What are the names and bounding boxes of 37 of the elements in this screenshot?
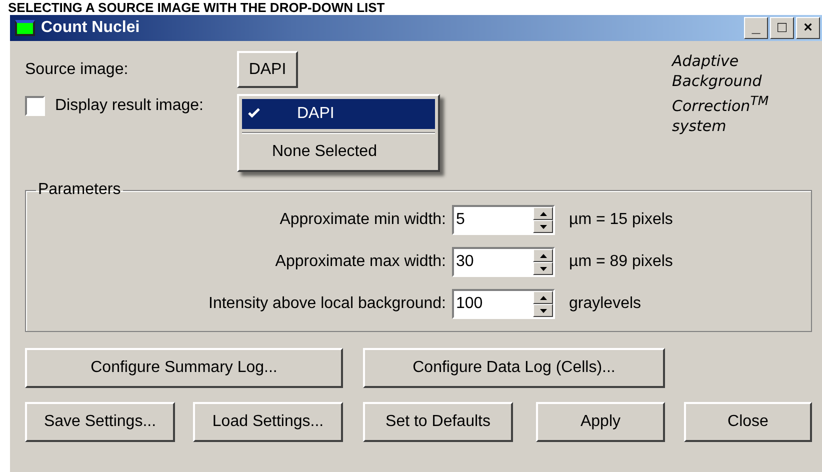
branding-text: system [672,116,728,136]
page-caption: SELECTING A SOURCE IMAGE WITH THE DROP-DOWN LIST [7,0,386,15]
parameter-label: Approximate min width: [278,211,447,229]
minimize-button[interactable]: _ [744,17,768,39]
parameter-label: Intensity above local background: [208,295,447,313]
branding-text: Background [672,71,763,91]
source-image-label: Source image: [25,60,130,78]
group-title: Parameters [37,181,122,199]
spin-field[interactable]: 5 [452,205,555,235]
dialog-button[interactable]: Save Settings... [25,402,175,442]
unit-label: graylevels [569,295,642,313]
spin-arrows-icon[interactable] [533,249,553,275]
dialog-button[interactable]: Load Settings... [193,402,343,442]
branding-text: Adaptive [672,51,740,71]
parameter-label: Approximate max width: [274,253,447,271]
unit-label: µm = 89 pixels [569,253,673,271]
unit-label: µm = 15 pixels [569,211,673,229]
menu-item[interactable]: DAPI [242,99,435,129]
dialog-button[interactable]: Set to Defaults [363,402,513,442]
dialog-button[interactable]: Apply [536,402,665,442]
dialog-button[interactable]: Close [684,402,812,442]
spin-field[interactable]: 100 [452,289,555,319]
source-image-dropdown[interactable]: DAPI [237,51,298,88]
maximize-button[interactable]: □ [770,17,794,39]
configure-log-button[interactable]: Configure Summary Log... [25,348,343,388]
checkbox[interactable] [25,96,45,116]
app-icon [15,20,35,36]
configure-log-button[interactable]: Configure Data Log (Cells)... [363,348,665,388]
display-result-label: Display result image: [55,97,204,115]
spin-arrows-icon[interactable] [533,207,553,233]
menu-item[interactable]: None Selected [242,137,435,167]
branding-text: Correction$^{TM}$ [672,92,770,116]
window-title: Count Nuclei [41,19,141,37]
close-button[interactable]: × [796,17,820,39]
checkmark-icon [248,108,260,118]
spin-field[interactable]: 30 [452,247,555,277]
spin-arrows-icon[interactable] [533,291,553,317]
